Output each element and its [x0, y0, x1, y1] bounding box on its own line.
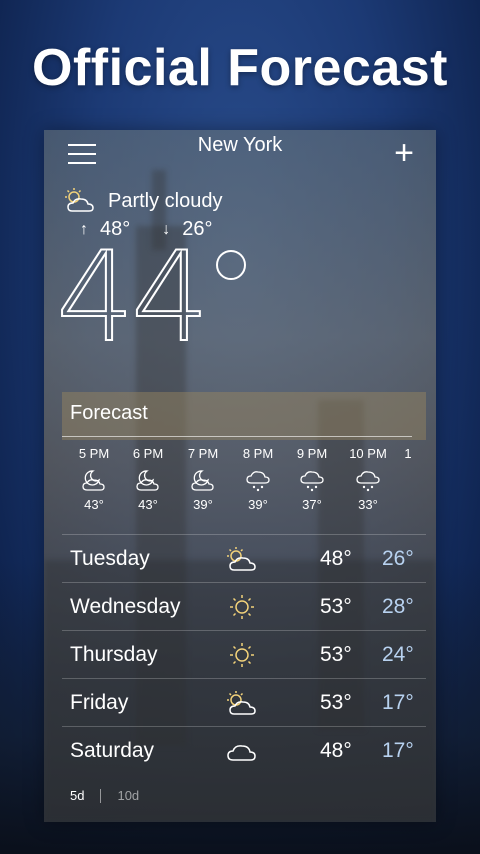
daily-row[interactable]: Saturday 48° 17°: [62, 726, 426, 774]
divider: [62, 436, 412, 437]
hour-time: 8 PM: [242, 446, 274, 461]
day-high: 53°: [320, 691, 352, 714]
partly-cloudy-icon: [65, 188, 94, 212]
forecast-header: Forecast: [62, 392, 426, 440]
hourly-item: 7 PM 39°: [175, 446, 231, 512]
partly-cloudy-night-icon: [136, 470, 159, 491]
current-condition: Partly cloudy: [62, 186, 223, 216]
cloud-icon: [227, 745, 256, 761]
hourly-item: 1: [396, 446, 420, 461]
hourly-item: 10 PM 33°: [340, 446, 396, 512]
hourly-item: 5 PM 43°: [66, 446, 122, 512]
day-high: 48°: [320, 739, 352, 762]
hour-temp: 43°: [84, 497, 104, 512]
hour-time: 7 PM: [187, 446, 219, 461]
city-name[interactable]: New York: [44, 134, 436, 157]
divider: [100, 788, 102, 803]
condition-text: Partly cloudy: [108, 189, 223, 212]
hour-temp: 37°: [302, 497, 322, 512]
partly-cloudy-night-icon: [191, 470, 214, 491]
promo-headline: Official Forecast: [32, 39, 448, 97]
daily-row[interactable]: Wednesday 53° 28°: [62, 582, 426, 630]
range-5d-tab[interactable]: 5d: [70, 788, 84, 803]
hour-temp: 39°: [248, 497, 268, 512]
app-screen: New York + Partly cloudy ↑ 48° ↓ 26° 44 …: [44, 130, 436, 822]
hourly-item: 8 PM 39°: [230, 446, 286, 512]
day-high: 48°: [320, 547, 352, 570]
day-name: Friday: [70, 691, 129, 714]
day-low: 28°: [382, 595, 414, 618]
forecast-title: Forecast: [70, 402, 148, 424]
hour-temp: 43°: [138, 497, 158, 512]
hour-time: 5 PM: [78, 446, 110, 461]
sun-icon: [230, 643, 254, 667]
day-low: 17°: [382, 691, 414, 714]
degree-symbol: [216, 250, 246, 280]
range-toggle: 5d 10d: [70, 788, 139, 803]
hour-time: 6 PM: [132, 446, 164, 461]
hour-time: 9 PM: [296, 446, 328, 461]
rain-icon: [300, 471, 324, 492]
daily-row[interactable]: Tuesday 48° 26°: [62, 534, 426, 582]
add-location-button[interactable]: +: [394, 136, 414, 170]
hourly-item: 9 PM 37°: [284, 446, 340, 512]
sun-icon: [230, 595, 254, 619]
day-name: Tuesday: [70, 547, 150, 570]
rain-icon: [246, 471, 270, 492]
partly-sunny-icon: [227, 547, 256, 571]
hourly-item: 6 PM 43°: [120, 446, 176, 512]
day-name: Wednesday: [70, 595, 181, 618]
partly-sunny-icon: [227, 691, 256, 715]
hour-temp: 33°: [358, 497, 378, 512]
hour-time: 1: [404, 446, 412, 461]
partly-cloudy-night-icon: [82, 470, 105, 491]
rain-icon: [356, 471, 380, 492]
hour-temp: 39°: [193, 497, 213, 512]
day-low: 17°: [382, 739, 414, 762]
range-10d-tab[interactable]: 10d: [117, 788, 139, 803]
hourly-forecast[interactable]: 5 PM 43° 6 PM 43° 7 PM 39° 8 PM 39° 9 PM…: [62, 446, 436, 526]
day-low: 26°: [382, 547, 414, 570]
top-bar: New York +: [44, 130, 436, 180]
daily-forecast: Tuesday 48° 26° Wednesday 53° 28° Thursd…: [62, 534, 426, 774]
daily-row[interactable]: Friday 53° 17°: [62, 678, 426, 726]
day-high: 53°: [320, 643, 352, 666]
daily-row[interactable]: Thursday 53° 24°: [62, 630, 426, 678]
day-low: 24°: [382, 643, 414, 666]
day-name: Saturday: [70, 739, 155, 762]
day-high: 53°: [320, 595, 352, 618]
hour-time: 10 PM: [349, 446, 387, 461]
day-name: Thursday: [70, 643, 158, 666]
current-temperature: 44: [55, 226, 211, 370]
